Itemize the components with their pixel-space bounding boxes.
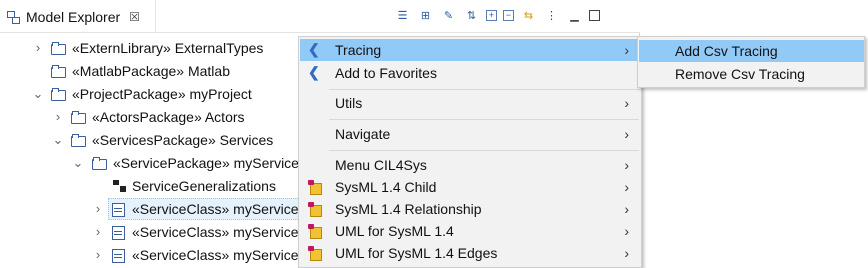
chevron-down-icon[interactable]: ⌄ <box>72 156 84 169</box>
folder-icon <box>70 133 86 147</box>
tree-row-label: «ServiceClass» myService <box>132 201 299 217</box>
folder-icon <box>50 87 66 101</box>
package-icon <box>307 245 323 261</box>
submenu-item-add-csv-tracing[interactable]: Add Csv Tracing <box>639 40 864 62</box>
menu-separator <box>329 119 639 120</box>
chevron-down-icon[interactable]: ⌄ <box>52 133 64 146</box>
sort-az-icon[interactable]: ⇅ <box>463 7 480 24</box>
menu-item-utils[interactable]: Utils › <box>300 92 641 114</box>
submenu-arrow-icon: › <box>624 223 629 239</box>
menu-item-label: Menu CIL4Sys <box>335 157 427 173</box>
folder-icon <box>91 156 107 170</box>
chevron-down-icon[interactable]: ⌄ <box>32 87 44 100</box>
tree-row-label: ServiceGeneralizations <box>132 178 276 194</box>
folder-icon <box>50 64 66 78</box>
edit-icon[interactable]: ✎ <box>440 7 457 24</box>
menu-item-label: Add to Favorites <box>335 65 437 81</box>
tree-row-label: «ActorsPackage» Actors <box>92 109 245 125</box>
model-explorer-tab[interactable]: Model Explorer ☒ <box>0 0 156 33</box>
view-menu-icon[interactable]: ⋮ <box>543 7 560 24</box>
chevron-right-icon[interactable]: › <box>92 225 104 238</box>
maximize-icon[interactable] <box>589 9 600 21</box>
expand-all-icon[interactable]: + <box>486 9 497 21</box>
view-tab-bar: Model Explorer ☒ ☰ ⊞ ✎ ⇅ + − ⇆ ⋮ ▁ <box>0 0 640 33</box>
package-icon <box>307 201 323 217</box>
submenu-arrow-icon: › <box>624 201 629 217</box>
view-title: Model Explorer <box>26 8 121 25</box>
tracing-submenu: Add Csv Tracing Remove Csv Tracing <box>637 36 865 88</box>
menu-item-label: Tracing <box>335 42 382 58</box>
minimize-icon[interactable]: ▁ <box>566 7 583 24</box>
package-icon <box>307 223 323 239</box>
context-menu: Tracing › Add to Favorites Utils › Navig… <box>298 36 642 268</box>
tree-row-label: «ServiceClass» myService <box>132 224 299 240</box>
submenu-item-label: Remove Csv Tracing <box>675 66 805 82</box>
menu-item-add-to-favorites[interactable]: Add to Favorites <box>300 62 641 84</box>
menu-item-label: Navigate <box>335 126 391 142</box>
tree-row-label: «ProjectPackage» myProject <box>72 86 252 102</box>
menu-item-cil4sys[interactable]: Menu CIL4Sys › <box>300 154 641 176</box>
menu-separator <box>329 150 639 151</box>
chevron-right-icon[interactable]: › <box>52 110 64 123</box>
close-icon[interactable]: ☒ <box>129 10 140 24</box>
submenu-arrow-icon: › <box>624 157 629 173</box>
menu-item-navigate[interactable]: Navigate › <box>300 123 641 145</box>
collapse-all-icon[interactable]: − <box>503 9 514 21</box>
submenu-arrow-icon: › <box>624 126 629 142</box>
menu-item-label: UML for SysML 1.4 <box>335 223 454 239</box>
favorites-icon <box>307 64 323 81</box>
package-icon <box>307 179 323 195</box>
tree-row-label: «ServicePackage» myService <box>113 155 299 171</box>
tracing-icon <box>307 41 323 58</box>
menu-separator <box>329 89 639 90</box>
submenu-item-label: Add Csv Tracing <box>675 43 778 59</box>
chevron-right-icon[interactable]: › <box>92 248 104 261</box>
menu-item-uml-for-sysml-edges[interactable]: UML for SysML 1.4 Edges › <box>300 242 641 264</box>
list-icon[interactable]: ☰ <box>394 7 411 24</box>
tree-icon[interactable]: ⊞ <box>417 7 434 24</box>
chevron-right-icon[interactable]: › <box>32 41 44 54</box>
class-icon <box>110 225 126 240</box>
menu-item-sysml-relationship[interactable]: SysML 1.4 Relationship › <box>300 198 641 220</box>
model-explorer-icon <box>6 10 20 24</box>
menu-item-label: SysML 1.4 Relationship <box>335 201 482 217</box>
link-icon[interactable]: ⇆ <box>520 7 537 24</box>
class-icon <box>110 248 126 263</box>
folder-icon <box>70 110 86 124</box>
folder-icon <box>50 41 66 55</box>
submenu-arrow-icon: › <box>624 95 629 111</box>
tree-row-label: «ServicesPackage» Services <box>92 132 274 148</box>
menu-item-label: SysML 1.4 Child <box>335 179 437 195</box>
menu-item-uml-for-sysml[interactable]: UML for SysML 1.4 › <box>300 220 641 242</box>
menu-item-tracing[interactable]: Tracing › <box>300 39 641 61</box>
menu-item-sysml-child[interactable]: SysML 1.4 Child › <box>300 176 641 198</box>
tree-row-label: «MatlabPackage» Matlab <box>72 63 230 79</box>
chevron-right-icon[interactable]: › <box>92 202 104 215</box>
generalization-icon <box>112 179 128 193</box>
submenu-item-remove-csv-tracing[interactable]: Remove Csv Tracing <box>639 63 864 85</box>
menu-item-label: Utils <box>335 95 363 111</box>
menu-item-label: UML for SysML 1.4 Edges <box>335 245 498 261</box>
submenu-arrow-icon: › <box>624 245 629 261</box>
class-icon <box>110 202 126 217</box>
view-toolbar: ☰ ⊞ ✎ ⇅ + − ⇆ ⋮ ▁ <box>394 5 600 25</box>
submenu-arrow-icon: › <box>624 42 629 58</box>
tree-row-label: «ServiceClass» myService <box>132 247 299 263</box>
submenu-arrow-icon: › <box>624 179 629 195</box>
tree-row-label: «ExternLibrary» ExternalTypes <box>72 40 264 56</box>
